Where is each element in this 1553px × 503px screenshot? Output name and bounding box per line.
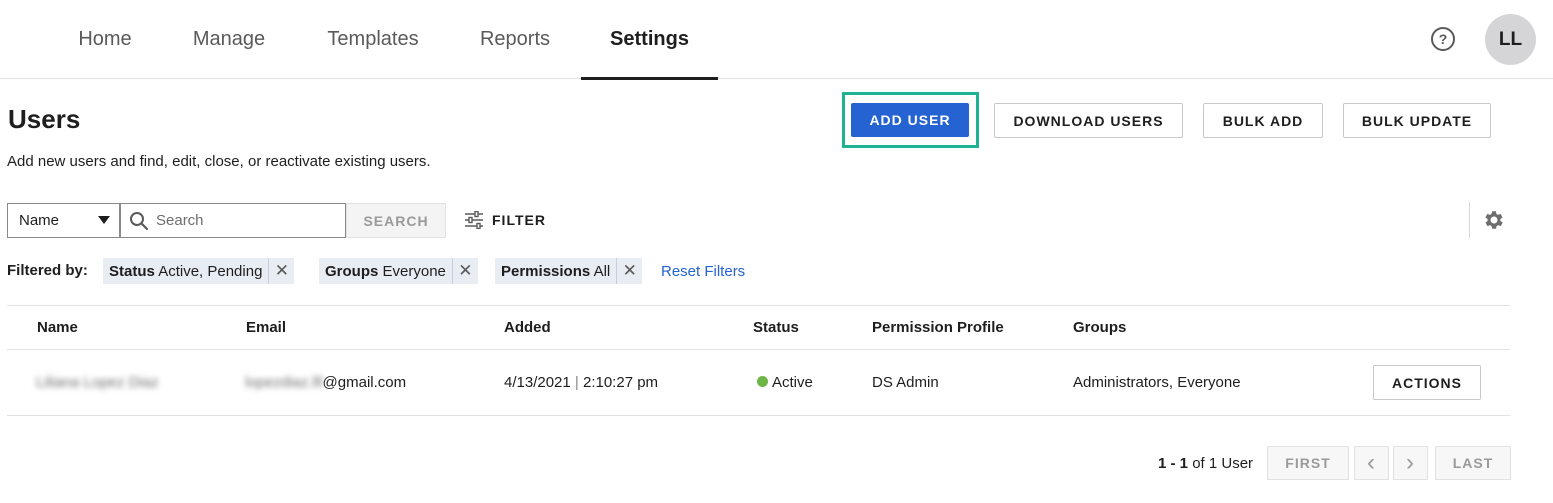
filter-chip-status: Status Active, Pending ✕ <box>103 258 295 284</box>
status-dot-icon <box>757 376 768 387</box>
email-user: lopezdiaz.lll <box>245 374 323 391</box>
table-divider <box>7 349 1510 350</box>
bulk-add-button[interactable]: BULK ADD <box>1203 103 1323 138</box>
tab-reports[interactable]: Reports <box>462 0 568 79</box>
top-nav: Home Manage Templates Reports Settings ?… <box>0 0 1553 80</box>
tab-manage[interactable]: Manage <box>176 0 282 79</box>
table-divider <box>7 415 1510 416</box>
search-field-select-value: Name <box>19 212 60 229</box>
chip-value: Everyone <box>382 262 446 280</box>
search-field-select[interactable]: Name <box>7 203 120 238</box>
close-icon[interactable]: ✕ <box>268 258 294 284</box>
sliders-icon <box>465 211 483 229</box>
column-header-permission-profile[interactable]: Permission Profile <box>872 319 1004 336</box>
tab-templates[interactable]: Templates <box>310 0 436 79</box>
search-button[interactable]: SEARCH <box>346 203 446 238</box>
chip-key: Status <box>109 262 155 280</box>
chip-key: Permissions <box>501 262 591 280</box>
chip-text: Status Active, Pending <box>103 263 268 280</box>
tab-settings[interactable]: Settings <box>581 0 718 80</box>
filtered-by-label: Filtered by: <box>7 262 88 279</box>
tab-home[interactable]: Home <box>62 0 148 79</box>
caret-down-icon <box>98 216 110 224</box>
search-icon <box>130 211 149 230</box>
column-header-status[interactable]: Status <box>753 319 799 336</box>
user-name[interactable]: Liliana Lopez Diaz <box>36 374 159 391</box>
pagination-info: 1 - 1 of 1 User <box>1158 455 1253 472</box>
email-domain: @gmail.com <box>322 374 407 391</box>
column-header-groups[interactable]: Groups <box>1073 319 1126 336</box>
close-icon[interactable]: ✕ <box>451 258 478 284</box>
chevron-left-icon[interactable]: ‹ <box>1354 446 1389 480</box>
chip-text: Permissions All <box>495 263 616 280</box>
actions-button[interactable]: ACTIONS <box>1373 365 1481 400</box>
search-input[interactable] <box>156 212 336 229</box>
pagination-total: of 1 User <box>1192 455 1254 472</box>
filter-chip-groups: Groups Everyone ✕ <box>319 258 478 284</box>
search-box <box>120 203 346 238</box>
question-circle-icon[interactable]: ? <box>1431 27 1455 51</box>
pagination-range: 1 - 1 <box>1158 455 1189 472</box>
gear-icon[interactable] <box>1482 208 1506 232</box>
bulk-update-button[interactable]: BULK UPDATE <box>1343 103 1491 138</box>
reset-filters-link[interactable]: Reset Filters <box>661 263 745 280</box>
status-text: Active <box>772 374 813 391</box>
toolbar-divider <box>1469 202 1470 238</box>
added-date: 4/13/2021 <box>504 374 571 391</box>
add-user-button[interactable]: ADD USER <box>851 103 969 137</box>
chip-text: Groups Everyone <box>319 263 452 280</box>
user-email: lopezdiaz.lll@gmail.com <box>245 374 406 391</box>
last-page-button[interactable]: LAST <box>1435 446 1511 480</box>
filter-button[interactable]: FILTER <box>464 209 546 231</box>
table-divider <box>7 305 1510 306</box>
chip-value: All <box>593 262 611 280</box>
page-description: Add new users and find, edit, close, or … <box>7 153 431 170</box>
first-page-button[interactable]: FIRST <box>1267 446 1349 480</box>
added-separator: | <box>574 374 579 391</box>
column-header-name[interactable]: Name <box>37 319 78 336</box>
added-time: 2:10:27 pm <box>582 374 659 391</box>
user-added: 4/13/2021 | 2:10:27 pm <box>504 374 658 391</box>
user-permission-profile: DS Admin <box>872 374 939 391</box>
filter-chip-permissions: Permissions All ✕ <box>495 258 643 284</box>
column-header-added[interactable]: Added <box>504 319 551 336</box>
filter-button-label: FILTER <box>492 212 546 228</box>
close-icon[interactable]: ✕ <box>616 258 642 284</box>
user-status: Active <box>757 374 813 391</box>
chevron-right-icon[interactable]: › <box>1393 446 1428 480</box>
chip-key: Groups <box>325 262 379 280</box>
chip-value: Active, Pending <box>158 262 263 280</box>
avatar[interactable]: LL <box>1485 14 1536 65</box>
user-groups: Administrators, Everyone <box>1073 374 1241 391</box>
column-header-email[interactable]: Email <box>246 319 286 336</box>
download-users-button[interactable]: DOWNLOAD USERS <box>994 103 1183 138</box>
page-title: Users <box>8 104 81 134</box>
